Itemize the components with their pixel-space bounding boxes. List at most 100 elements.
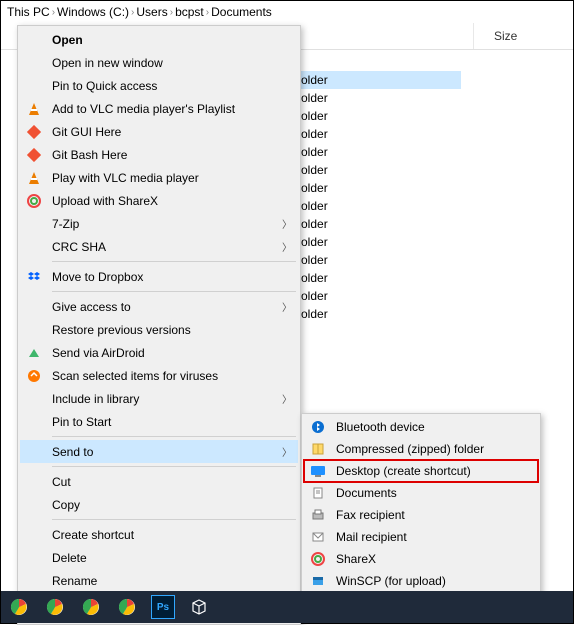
menu-give-access[interactable]: Give access to〉 xyxy=(20,295,298,318)
menu-pin-quick-access[interactable]: Pin to Quick access xyxy=(20,74,298,97)
list-item[interactable]: older xyxy=(301,161,461,179)
mail-icon xyxy=(308,529,328,545)
menu-label: Open in new window xyxy=(52,56,292,70)
menu-restore-versions[interactable]: Restore previous versions xyxy=(20,318,298,341)
menu-label: Move to Dropbox xyxy=(52,270,292,284)
menu-label: 7-Zip xyxy=(52,217,282,231)
sendto-fax[interactable]: Fax recipient xyxy=(304,504,538,526)
git-icon xyxy=(24,147,44,163)
menu-label: Cut xyxy=(52,475,292,489)
list-item[interactable]: older xyxy=(301,107,461,125)
menu-send-to[interactable]: Send to〉 xyxy=(20,440,298,463)
menu-label: ShareX xyxy=(336,552,376,566)
menu-rename[interactable]: Rename xyxy=(20,569,298,592)
fax-icon xyxy=(308,507,328,523)
sendto-compressed[interactable]: Compressed (zipped) folder xyxy=(304,438,538,460)
breadcrumb-item[interactable]: bcpst xyxy=(175,5,204,19)
sendto-desktop[interactable]: Desktop (create shortcut) xyxy=(304,460,538,482)
menu-crc-sha[interactable]: CRC SHA〉 xyxy=(20,235,298,258)
sendto-documents[interactable]: Documents xyxy=(304,482,538,504)
sendto-sharex[interactable]: ShareX xyxy=(304,548,538,570)
list-item[interactable]: older xyxy=(301,305,461,323)
breadcrumb-item[interactable]: Users xyxy=(136,5,167,19)
list-item[interactable]: older xyxy=(301,125,461,143)
menu-create-shortcut[interactable]: Create shortcut xyxy=(20,523,298,546)
list-item[interactable]: older xyxy=(301,71,461,89)
breadcrumb-item[interactable]: This PC xyxy=(7,5,50,19)
menu-label: Send to xyxy=(52,445,282,459)
menu-label: Delete xyxy=(52,551,292,565)
menu-delete[interactable]: Delete xyxy=(20,546,298,569)
menu-label: Git Bash Here xyxy=(52,148,292,162)
breadcrumb[interactable]: This PC› Windows (C:)› Users› bcpst› Doc… xyxy=(1,1,573,23)
column-size[interactable]: Size xyxy=(473,23,573,49)
chrome-icon[interactable] xyxy=(115,595,139,619)
chevron-right-icon: 〉 xyxy=(282,391,292,406)
sendto-mail[interactable]: Mail recipient xyxy=(304,526,538,548)
menu-airdroid[interactable]: Send via AirDroid xyxy=(20,341,298,364)
menu-label: Play with VLC media player xyxy=(52,171,292,185)
menu-label: Upload with ShareX xyxy=(52,194,292,208)
menu-cut[interactable]: Cut xyxy=(20,470,298,493)
chevron-right-icon: 〉 xyxy=(282,239,292,254)
bluetooth-icon xyxy=(308,419,328,435)
list-item[interactable]: older xyxy=(301,197,461,215)
list-item[interactable]: older xyxy=(301,89,461,107)
menu-open[interactable]: Open xyxy=(20,28,298,51)
breadcrumb-item[interactable]: Windows (C:) xyxy=(57,5,129,19)
sendto-bluetooth[interactable]: Bluetooth device xyxy=(304,416,538,438)
menu-open-new-window[interactable]: Open in new window xyxy=(20,51,298,74)
breadcrumb-item[interactable]: Documents xyxy=(211,5,272,19)
menu-label: Compressed (zipped) folder xyxy=(336,442,484,456)
vlc-icon xyxy=(24,170,44,186)
menu-label: WinSCP (for upload) xyxy=(336,574,446,588)
menu-sharex-upload[interactable]: Upload with ShareX xyxy=(20,189,298,212)
menu-vlc-playlist[interactable]: Add to VLC media player's Playlist xyxy=(20,97,298,120)
documents-icon xyxy=(308,485,328,501)
menu-label: Create shortcut xyxy=(52,528,292,542)
menu-git-gui[interactable]: Git GUI Here xyxy=(20,120,298,143)
dropbox-icon xyxy=(24,269,44,285)
sharex-icon xyxy=(308,551,328,567)
menu-7zip[interactable]: 7-Zip〉 xyxy=(20,212,298,235)
chevron-right-icon: › xyxy=(131,7,134,18)
vlc-icon xyxy=(24,101,44,117)
menu-avast-scan[interactable]: Scan selected items for viruses xyxy=(20,364,298,387)
chevron-right-icon: › xyxy=(170,7,173,18)
menu-label: Desktop (create shortcut) xyxy=(336,464,471,478)
menu-label: Git GUI Here xyxy=(52,125,292,139)
send-to-submenu: Bluetooth device Compressed (zipped) fol… xyxy=(301,413,541,617)
desktop-icon xyxy=(308,463,328,479)
menu-label: Bluetooth device xyxy=(336,420,425,434)
list-item[interactable]: older xyxy=(301,269,461,287)
taskbar: Ps xyxy=(1,591,573,623)
context-menu: Open Open in new window Pin to Quick acc… xyxy=(17,25,301,625)
menu-label: Give access to xyxy=(52,300,282,314)
list-item[interactable]: older xyxy=(301,251,461,269)
menu-dropbox[interactable]: Move to Dropbox xyxy=(20,265,298,288)
menu-label: Pin to Start xyxy=(52,415,292,429)
chrome-icon[interactable] xyxy=(43,595,67,619)
chrome-icon[interactable] xyxy=(79,595,103,619)
menu-git-bash[interactable]: Git Bash Here xyxy=(20,143,298,166)
separator xyxy=(52,436,296,437)
list-item[interactable]: older xyxy=(301,287,461,305)
menu-pin-start[interactable]: Pin to Start xyxy=(20,410,298,433)
photoshop-icon[interactable]: Ps xyxy=(151,595,175,619)
list-item[interactable]: older xyxy=(301,179,461,197)
list-item[interactable]: older xyxy=(301,143,461,161)
list-item[interactable]: older xyxy=(301,233,461,251)
menu-label: Scan selected items for viruses xyxy=(52,369,292,383)
menu-label: Mail recipient xyxy=(336,530,407,544)
menu-include-library[interactable]: Include in library〉 xyxy=(20,387,298,410)
menu-vlc-play[interactable]: Play with VLC media player xyxy=(20,166,298,189)
menu-label: Restore previous versions xyxy=(52,323,292,337)
menu-label: Pin to Quick access xyxy=(52,79,292,93)
menu-copy[interactable]: Copy xyxy=(20,493,298,516)
chrome-icon[interactable] xyxy=(7,595,31,619)
cube-icon[interactable] xyxy=(187,595,211,619)
sendto-winscp[interactable]: WinSCP (for upload) xyxy=(304,570,538,592)
list-item[interactable]: older xyxy=(301,215,461,233)
menu-label: Include in library xyxy=(52,392,282,406)
separator xyxy=(52,291,296,292)
